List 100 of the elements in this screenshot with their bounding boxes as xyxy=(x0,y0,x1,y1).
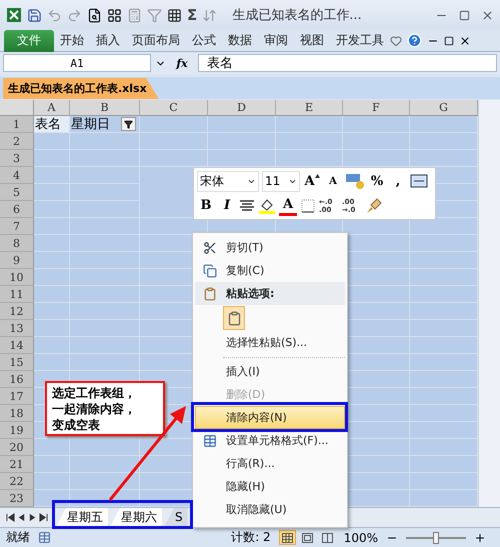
row-header[interactable]: 17 xyxy=(0,388,34,405)
row-header[interactable]: 2 xyxy=(0,133,34,150)
ribbon-tab[interactable]: 视图 xyxy=(294,32,330,49)
table-cell[interactable] xyxy=(70,235,140,252)
help-icon[interactable] xyxy=(407,33,422,48)
row-header[interactable]: 16 xyxy=(0,371,34,388)
table-cell[interactable] xyxy=(70,303,140,320)
table-cell[interactable] xyxy=(34,269,70,286)
table-cell[interactable] xyxy=(208,116,276,133)
menu-item[interactable]: 取消隐藏(U) xyxy=(195,498,345,521)
row-header[interactable]: 20 xyxy=(0,439,34,456)
format-button[interactable]: % xyxy=(368,171,386,192)
row-header[interactable]: 7 xyxy=(0,218,34,235)
font-size-select[interactable]: 11 xyxy=(262,170,300,192)
row-header[interactable]: 22 xyxy=(0,473,34,490)
filter-button[interactable] xyxy=(121,117,136,131)
grow-font-button[interactable]: A xyxy=(303,171,321,192)
column-header[interactable]: G xyxy=(410,100,478,116)
table-cell[interactable] xyxy=(34,150,70,167)
table-cell[interactable] xyxy=(70,473,140,490)
layout-icon[interactable] xyxy=(107,8,122,22)
paste-button[interactable] xyxy=(223,306,245,330)
table-cell[interactable] xyxy=(34,184,70,201)
ribbon-tab[interactable]: 审阅 xyxy=(258,32,294,49)
table-cell[interactable] xyxy=(34,354,70,371)
table-cell[interactable] xyxy=(34,235,70,252)
table-cell[interactable] xyxy=(34,252,70,269)
grid-icon[interactable] xyxy=(167,8,182,22)
shrink-font-button[interactable]: A xyxy=(324,171,342,192)
menu-item[interactable]: 设置单元格格式(F)... xyxy=(195,429,345,452)
table-cell[interactable] xyxy=(140,133,208,150)
table-cell[interactable] xyxy=(34,201,70,218)
ribbon-tab[interactable]: 开始 xyxy=(54,32,90,49)
table-cell[interactable] xyxy=(70,286,140,303)
menu-item[interactable]: 隐藏(H) xyxy=(195,475,345,498)
filter-icon[interactable] xyxy=(147,8,162,22)
column-header[interactable]: D xyxy=(208,100,276,116)
sheet-nav-icon[interactable] xyxy=(6,513,15,522)
align-center-icon[interactable] xyxy=(239,198,255,213)
save-icon[interactable] xyxy=(27,8,42,22)
ribbon-tab[interactable]: 开发工具 xyxy=(330,32,390,49)
row-header[interactable]: 4 xyxy=(0,167,34,184)
menu-item[interactable]: 插入(I) xyxy=(195,360,345,383)
calculator-icon[interactable] xyxy=(127,8,142,22)
table-cell[interactable] xyxy=(34,320,70,337)
autosum-button[interactable]: Σ xyxy=(187,6,198,24)
table-cell[interactable] xyxy=(70,184,140,201)
close-icon[interactable] xyxy=(481,8,494,22)
table-cell[interactable]: 表名 xyxy=(34,116,70,133)
vertical-scrollbar[interactable] xyxy=(478,100,500,507)
row-header[interactable]: 10 xyxy=(0,269,34,286)
file-tab[interactable]: 文件 xyxy=(4,30,54,52)
table-cell[interactable] xyxy=(34,456,70,473)
close-icon[interactable] xyxy=(459,34,471,46)
sort-icon[interactable] xyxy=(202,8,218,22)
column-header[interactable]: B xyxy=(70,100,140,116)
row-header[interactable]: 9 xyxy=(0,252,34,269)
zoom-in-icon[interactable] xyxy=(474,532,486,544)
table-cell[interactable] xyxy=(34,303,70,320)
menu-item[interactable]: 行高(R)... xyxy=(195,452,345,475)
ribbon-tab[interactable]: 公式 xyxy=(186,32,222,49)
table-cell[interactable] xyxy=(276,116,343,133)
font-color-button[interactable]: A xyxy=(279,196,297,216)
row-header[interactable]: 3 xyxy=(0,150,34,167)
redo-icon[interactable] xyxy=(67,8,82,22)
menu-item[interactable]: 复制(C) xyxy=(195,259,345,282)
table-cell[interactable] xyxy=(34,473,70,490)
menu-item[interactable]: 选择性粘贴(S)... xyxy=(195,331,345,354)
table-cell[interactable] xyxy=(70,456,140,473)
row-header[interactable]: 11 xyxy=(0,286,34,303)
format-painter-icon[interactable] xyxy=(365,196,383,215)
menu-item[interactable]: 剪切(T) xyxy=(195,236,345,259)
table-cell[interactable] xyxy=(208,133,276,150)
select-all-button[interactable] xyxy=(0,100,34,116)
heart-icon[interactable] xyxy=(390,34,402,46)
sheet-nav-icon[interactable] xyxy=(39,513,48,522)
table-cell[interactable] xyxy=(140,116,208,133)
table-cell[interactable] xyxy=(70,150,140,167)
row-header[interactable]: 19 xyxy=(0,422,34,439)
table-cell[interactable] xyxy=(70,201,140,218)
bold-button[interactable]: B xyxy=(197,196,215,216)
row-header[interactable]: 15 xyxy=(0,354,34,371)
ribbon-tab[interactable]: 页面布局 xyxy=(126,32,186,49)
merge-cells-icon[interactable] xyxy=(410,173,428,190)
fill-color-icon[interactable] xyxy=(258,196,276,215)
table-cell[interactable] xyxy=(34,133,70,150)
row-header[interactable]: 13 xyxy=(0,320,34,337)
italic-button[interactable]: I xyxy=(218,196,236,216)
print-preview-icon[interactable] xyxy=(87,8,102,22)
row-header[interactable]: 18 xyxy=(0,405,34,422)
sheet-tab[interactable]: S xyxy=(164,508,188,527)
restore-icon[interactable] xyxy=(444,36,454,46)
row-header[interactable]: 5 xyxy=(0,184,34,201)
row-header[interactable]: 1 xyxy=(0,116,34,133)
name-box[interactable]: A1 xyxy=(3,54,151,72)
table-cell[interactable] xyxy=(343,116,410,133)
sheet-tab[interactable]: 星期五 xyxy=(56,508,108,527)
format-button[interactable]: , xyxy=(389,171,407,192)
table-cell[interactable] xyxy=(70,354,140,371)
row-header[interactable]: 12 xyxy=(0,303,34,320)
